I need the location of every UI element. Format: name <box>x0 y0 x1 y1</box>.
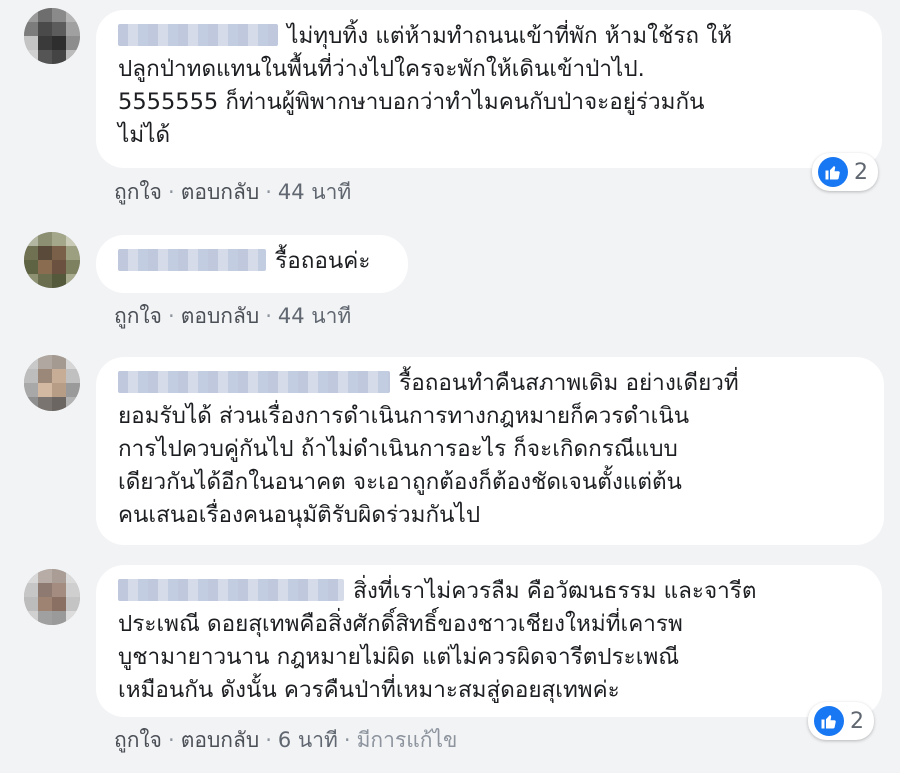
comment-text-line: บูชามายาวนาน กฎหมายไม่ผิด แต่ไม่ควรผิดจา… <box>118 644 680 670</box>
author-name[interactable] <box>118 579 344 601</box>
comment-text-line: ปลูกป่าทดแทนในพื้นที่ว่างไปใครจะพักให้เด… <box>118 56 645 82</box>
separator: · <box>168 180 175 204</box>
timestamp[interactable]: 6 นาที <box>278 728 338 752</box>
comment-text-line: การไปควบคู่กันไป ถ้าไม่ดำเนินการอะไร ก็จ… <box>118 436 678 462</box>
comment-actions: ถูกใจ · ตอบกลับ · 44 นาที <box>114 176 351 209</box>
comment-text-line: รื้อถอนทำคืนสภาพเดิม อย่างเดียวที่ <box>399 370 739 396</box>
author-name[interactable] <box>118 249 266 271</box>
comment-text-line: รื้อถอนค่ะ <box>275 248 371 274</box>
like-link[interactable]: ถูกใจ <box>114 728 162 752</box>
comment-text-line: สิ่งที่เราไม่ควรลืม คือวัฒนธรรม และจารีต <box>353 578 757 604</box>
avatar[interactable] <box>24 8 80 64</box>
avatar[interactable] <box>24 355 80 411</box>
reaction-badge[interactable]: 2 <box>812 153 878 191</box>
reaction-badge[interactable]: 2 <box>808 702 874 740</box>
reaction-count: 2 <box>850 708 864 734</box>
reply-link[interactable]: ตอบกลับ <box>181 180 260 204</box>
timestamp[interactable]: 44 นาที <box>278 304 351 328</box>
separator: · <box>168 304 175 328</box>
reply-link[interactable]: ตอบกลับ <box>181 304 260 328</box>
comment-text-line: คนเสนอเรื่องคนอนุมัติรับผิดร่วมกันไป <box>118 502 481 528</box>
reply-link[interactable]: ตอบกลับ <box>181 728 260 752</box>
edited-label[interactable]: มีการแก้ไข <box>357 728 458 752</box>
comment-actions: ถูกใจ · ตอบกลับ · 6 นาที · มีการแก้ไข <box>114 724 457 757</box>
comment-text-line: ประเพณี ดอยสุเทพคือสิ่งศักดิ์สิทธิ์ของชา… <box>118 611 683 637</box>
author-name[interactable] <box>118 371 390 393</box>
like-link[interactable]: ถูกใจ <box>114 180 162 204</box>
comment-bubble: รื้อถอนทำคืนสภาพเดิม อย่างเดียวที่ ยอมรั… <box>96 357 884 545</box>
thumbs-up-icon <box>818 157 848 187</box>
reaction-count: 2 <box>854 159 868 185</box>
avatar[interactable] <box>24 232 80 288</box>
comment-text-line: เหมือนกัน ดังนั้น ควรคืนป่าที่เหมาะสมสู่… <box>118 677 620 703</box>
separator: · <box>265 180 272 204</box>
author-name[interactable] <box>118 24 278 46</box>
comment-bubble: สิ่งที่เราไม่ควรลืม คือวัฒนธรรม และจารีต… <box>96 565 882 717</box>
comment-text-line: ไม่ได้ <box>118 122 171 148</box>
timestamp[interactable]: 44 นาที <box>278 180 351 204</box>
separator: · <box>265 304 272 328</box>
comment-bubble: ไม่ทุบทิ้ง แต่ห้ามทำถนนเข้าที่พัก ห้ามใช… <box>96 10 882 168</box>
separator: · <box>168 728 175 752</box>
comment-text-line: เดียวกันได้อีกในอนาคต จะเอาถูกต้องก็ต้อง… <box>118 469 682 495</box>
comment-bubble: รื้อถอนค่ะ <box>96 235 408 293</box>
separator: · <box>265 728 272 752</box>
comment-text-line: ยอมรับได้ ส่วนเรื่องการดำเนินการทางกฎหมา… <box>118 403 690 429</box>
separator: · <box>343 728 351 752</box>
comment-text-line: ไม่ทุบทิ้ง แต่ห้ามทำถนนเข้าที่พัก ห้ามใช… <box>287 23 733 49</box>
like-link[interactable]: ถูกใจ <box>114 304 162 328</box>
avatar[interactable] <box>24 569 80 625</box>
thumbs-up-icon <box>814 706 844 736</box>
comment-actions: ถูกใจ · ตอบกลับ · 44 นาที <box>114 300 351 333</box>
comment-text-line: 5555555 ก็ท่านผู้พิพากษาบอกว่าทำไมคนกับป… <box>118 89 705 115</box>
